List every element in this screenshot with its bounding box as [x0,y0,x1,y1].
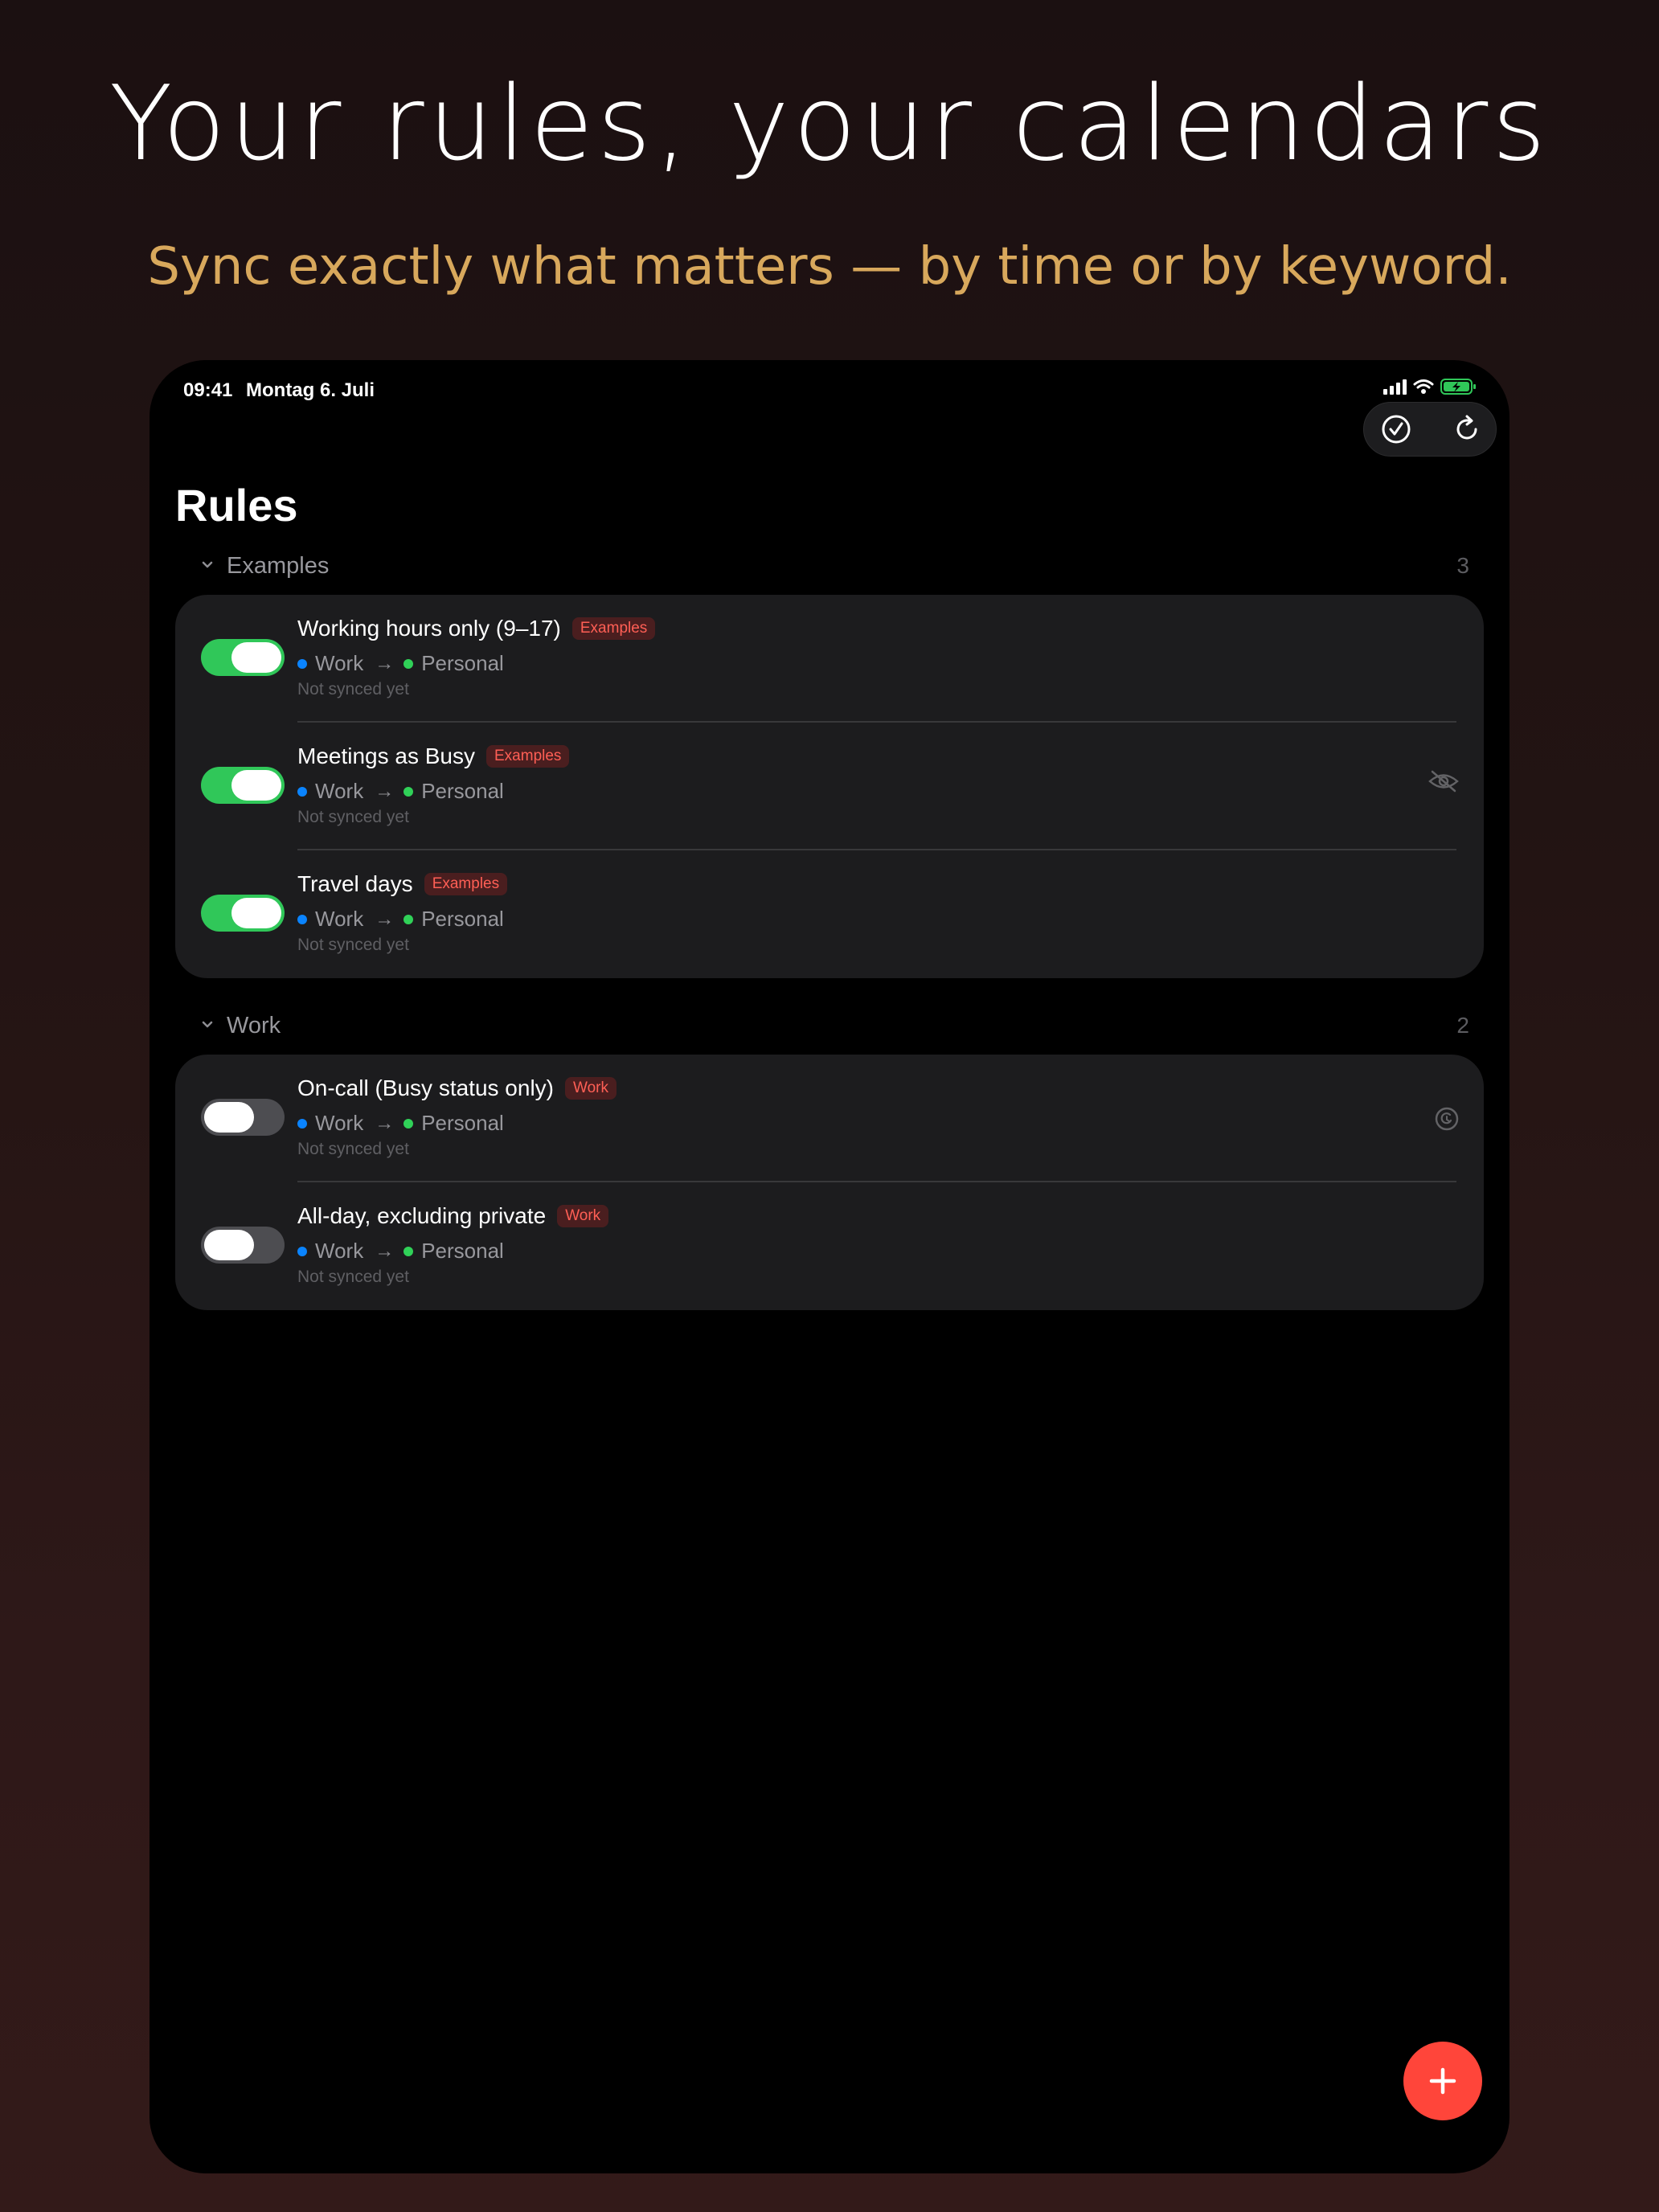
rule-tag-badge: Work [557,1205,609,1227]
calendar-route: Work → Personal [297,651,504,676]
toolbar [1363,402,1497,457]
rule-toggle[interactable] [201,639,285,676]
target-calendar: Personal [421,907,504,931]
hero-headline: Your rules, your calendars [109,64,1550,184]
source-calendar-dot [297,1118,307,1129]
source-calendar: Work [315,1239,364,1263]
arrow-right-icon: → [375,780,395,802]
rule-toggle[interactable] [201,767,285,804]
wifi-icon [1413,379,1434,394]
status-time: 09:41 [183,379,233,401]
section-header-work[interactable]: Work 2 [175,1008,1484,1047]
add-rule-button[interactable] [1403,2042,1482,2120]
status-icons [1383,378,1477,395]
source-calendar: Work [315,779,364,803]
section-count: 3 [1456,553,1469,578]
rule-tag-badge: Examples [424,873,508,895]
target-calendar: Personal [421,1239,504,1263]
target-calendar-dot [403,914,414,924]
source-calendar: Work [315,651,364,675]
tablet-screen: 09:41 Montag 6. Juli Rules Examples 3 Wo… [150,360,1509,2173]
source-calendar: Work [315,907,364,931]
target-calendar: Personal [421,651,504,675]
rule-tag-badge: Examples [571,617,656,640]
arrow-right-icon: → [375,1112,395,1134]
rule-row[interactable]: All-day, excluding private Work Work → P… [175,1182,1484,1310]
calendar-route: Work → Personal [297,779,504,804]
rule-toggle[interactable] [201,1099,285,1136]
sync-status: Not synced yet [297,808,409,826]
source-calendar-dot [297,786,307,797]
target-calendar: Personal [421,1111,504,1135]
rule-name: All-day, excluding private [297,1203,547,1228]
eye-slash-icon [1428,770,1459,793]
sync-now-button[interactable] [1451,413,1483,445]
status-date: Montag 6. Juli [246,379,375,401]
refresh-icon [1456,415,1477,440]
source-calendar-dot [297,658,307,669]
rule-name: Working hours only (9–17) [297,616,561,641]
arrow-right-icon: → [375,907,395,930]
plus-icon [1429,2067,1456,2095]
source-calendar-dot [297,1246,307,1256]
source-calendar-dot [297,914,307,924]
rule-tag-badge: Work [565,1077,616,1100]
sync-status: Not synced yet [297,1268,409,1286]
arrow-right-icon: → [375,652,395,674]
source-calendar: Work [315,1111,364,1135]
calendar-route: Work → Personal [297,907,504,932]
rule-row[interactable]: Working hours only (9–17) Examples Work … [175,595,1484,723]
section-count: 2 [1456,1013,1469,1038]
rule-name: On-call (Busy status only) [297,1075,554,1100]
chevron-down-icon [202,561,213,568]
chevron-down-icon [202,1021,213,1028]
sync-status: Not synced yet [297,680,409,698]
rule-tag-badge: Examples [486,745,570,768]
calendar-route: Work → Personal [297,1111,504,1136]
page-title: Rules [175,480,298,530]
select-button[interactable] [1380,413,1412,445]
history-icon [1435,1107,1459,1131]
target-calendar: Personal [421,779,504,803]
hero-subline: Sync exactly what matters — by time or b… [147,237,1512,297]
sync-status: Not synced yet [297,936,409,954]
battery-charging-icon [1440,379,1476,395]
target-calendar-dot [403,658,414,669]
rule-row[interactable]: On-call (Busy status only) Work Work → P… [175,1055,1484,1182]
rule-name: Travel days [297,871,413,896]
section-name: Examples [227,553,330,579]
section-name: Work [227,1013,281,1038]
target-calendar-dot [403,786,414,797]
status-bar: 09:41 Montag 6. Juli [183,370,1477,407]
cellular-signal-icon [1383,379,1407,395]
target-calendar-dot [403,1118,414,1129]
section-header-examples[interactable]: Examples 3 [175,548,1484,587]
rules-card-work: On-call (Busy status only) Work Work → P… [175,1055,1484,1310]
rule-row[interactable]: Travel days Examples Work → Personal Not… [175,850,1484,978]
rule-name: Meetings as Busy [297,743,475,768]
checkmark-circle-icon [1382,415,1411,444]
rule-toggle[interactable] [201,1227,285,1264]
rule-row[interactable]: Meetings as Busy Examples Work → Persona… [175,723,1484,850]
calendar-route: Work → Personal [297,1239,504,1264]
rule-toggle[interactable] [201,895,285,932]
target-calendar-dot [403,1246,414,1256]
sync-status: Not synced yet [297,1140,409,1158]
arrow-right-icon: → [375,1239,395,1262]
rules-card-examples: Working hours only (9–17) Examples Work … [175,595,1484,978]
